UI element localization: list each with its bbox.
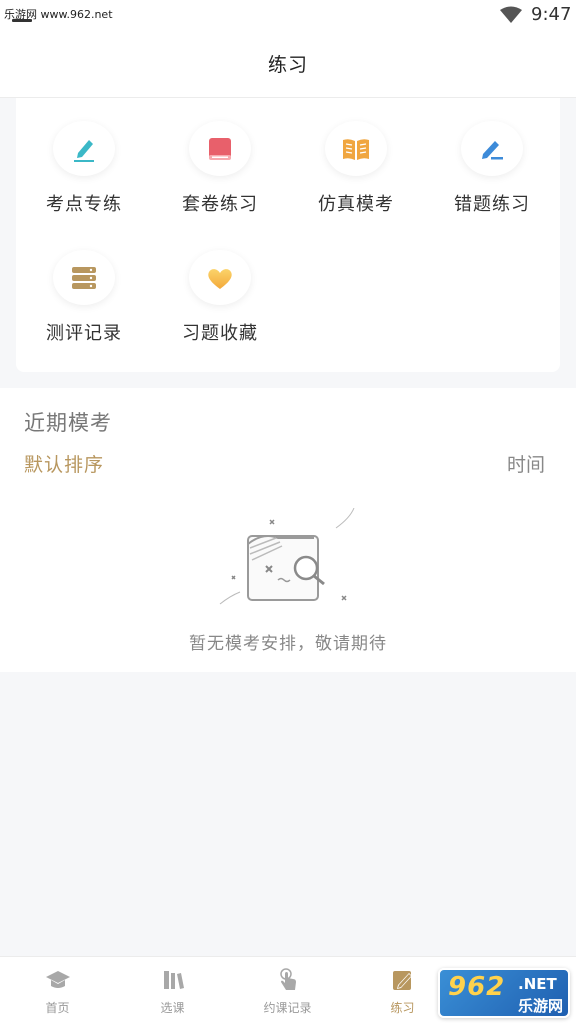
graduation-cap-icon <box>44 967 72 993</box>
edit-icon <box>461 121 523 176</box>
wifi-icon <box>500 6 522 23</box>
stack-icon <box>53 250 115 305</box>
hand-pointer-icon <box>274 967 302 993</box>
feature-item-paper-practice[interactable]: 套卷练习 <box>152 98 288 216</box>
feature-label: 错题练习 <box>454 194 530 215</box>
badge-domain: .NET <box>518 975 557 993</box>
nav-label: 首页 <box>45 1001 70 1015</box>
default-sort-button[interactable]: 默认排序 <box>24 450 104 477</box>
status-bar: 乐游网 www.962.net 9:47 <box>0 0 576 30</box>
feature-label: 习题收藏 <box>182 323 258 344</box>
watermark-badge: 962 .NET 乐游网 <box>438 968 570 1018</box>
nav-label: 练习 <box>390 1001 415 1015</box>
title-bar: 练习 <box>0 30 576 98</box>
feature-item-wrong-questions[interactable]: 错题练习 <box>424 98 560 216</box>
status-time: 9:47 <box>531 4 572 25</box>
feature-label: 考点专练 <box>46 194 122 215</box>
time-sort-button[interactable]: 时间 <box>507 450 545 477</box>
nav-item-courses[interactable]: 选课 <box>115 957 230 1024</box>
feature-grid: 考点专练 套卷练习 仿真模考 错题练习 测评记录 习题收藏 <box>16 98 560 372</box>
heart-icon <box>189 250 251 305</box>
badge-brand: 962 <box>448 972 506 1002</box>
pen-icon <box>53 121 115 176</box>
book-icon <box>189 121 251 176</box>
feature-label: 测评记录 <box>46 323 122 344</box>
page-title: 练习 <box>267 54 308 76</box>
nav-item-home[interactable]: 首页 <box>0 957 115 1024</box>
nav-item-booking-records[interactable]: 约课记录 <box>230 957 345 1024</box>
feature-item-mock-exam[interactable]: 仿真模考 <box>288 98 424 216</box>
badge-name: 乐游网 <box>518 997 564 1015</box>
feature-item-topic-practice[interactable]: 考点专练 <box>16 98 152 216</box>
empty-state-text: 暂无模考安排，敬请期待 <box>189 634 387 654</box>
recent-mock-exams: 近期模考 默认排序 时间 暂无模考安排，敬请期待 <box>0 388 576 672</box>
open-book-icon <box>325 121 387 176</box>
app-screen: 乐游网 www.962.net 9:47 练习 考点专练 套卷练习 仿真模考 错… <box>0 0 576 1024</box>
notification-icon <box>12 19 32 22</box>
pencil-square-icon <box>389 967 417 993</box>
nav-label: 选课 <box>160 1001 185 1015</box>
feature-label: 仿真模考 <box>318 194 394 215</box>
feature-item-assessment-records[interactable]: 测评记录 <box>16 227 152 345</box>
feature-item-favorites[interactable]: 习题收藏 <box>152 227 288 345</box>
books-icon <box>159 967 187 993</box>
empty-state-illustration <box>219 508 355 605</box>
section-title: 近期模考 <box>24 411 112 435</box>
nav-label: 约课记录 <box>263 1001 312 1015</box>
feature-label: 套卷练习 <box>182 194 258 215</box>
